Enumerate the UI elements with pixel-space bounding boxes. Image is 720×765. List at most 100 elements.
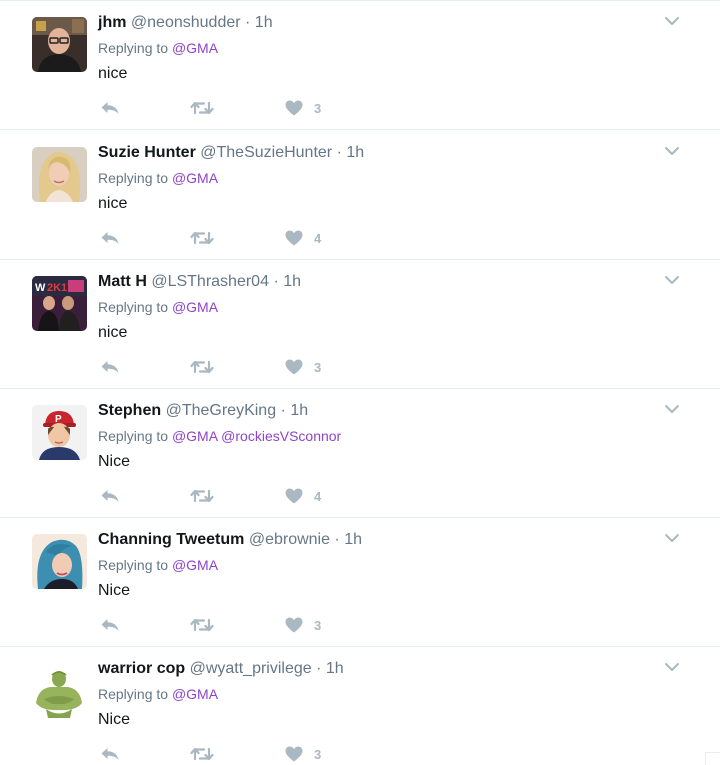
like-count: 4: [314, 230, 322, 246]
retweet-button[interactable]: [190, 227, 214, 249]
like-button[interactable]: 3: [285, 614, 321, 636]
reply-label: Replying to: [98, 299, 169, 315]
tweet[interactable]: Suzie Hunter @TheSuzieHunter · 1h Replyi…: [0, 131, 720, 260]
chevron-down-icon[interactable]: [664, 661, 680, 673]
retweet-icon: [190, 231, 214, 245]
retweet-icon: [190, 747, 214, 761]
avatar[interactable]: [32, 17, 87, 72]
heart-icon: [285, 230, 303, 246]
display-name[interactable]: Matt H: [98, 273, 147, 290]
retweet-icon: [190, 489, 214, 503]
tweet-text: Nice: [98, 711, 131, 728]
mention-link[interactable]: @GMA: [172, 557, 218, 573]
reply-button[interactable]: [100, 485, 120, 507]
mention-link[interactable]: @GMA: [172, 428, 217, 444]
timestamp[interactable]: 1h: [346, 144, 364, 161]
like-button[interactable]: 3: [285, 97, 321, 119]
like-button[interactable]: 4: [285, 227, 321, 249]
retweet-button[interactable]: [190, 485, 214, 507]
user-handle[interactable]: @neonshudder: [131, 14, 241, 31]
reply-icon: [101, 619, 119, 631]
tweet-text: nice: [98, 195, 128, 212]
avatar[interactable]: W 2K17: [32, 276, 87, 331]
like-count: 3: [314, 617, 322, 633]
tweet[interactable]: W 2K17 Matt H @LSThrasher04 · 1h Replyin…: [0, 260, 720, 389]
retweet-icon: [190, 101, 214, 115]
reply-button[interactable]: [100, 614, 120, 636]
user-handle[interactable]: @TheGreyKing: [166, 402, 277, 419]
chevron-down-icon[interactable]: [664, 15, 680, 27]
user-handle[interactable]: @wyatt_privilege: [190, 660, 312, 677]
tweet[interactable]: warrior cop @wyatt_privilege · 1h Replyi…: [0, 647, 720, 765]
reply-button[interactable]: [100, 97, 120, 119]
tweet-text: Nice: [98, 453, 131, 470]
tweet-text: Nice: [98, 582, 131, 599]
reply-icon: [101, 748, 119, 760]
chevron-down-icon[interactable]: [664, 403, 680, 415]
display-name[interactable]: jhm: [98, 14, 126, 31]
reply-context: Replying to @GMA: [98, 39, 218, 57]
like-count: 3: [314, 359, 322, 375]
user-handle[interactable]: @LSThrasher04: [151, 273, 269, 290]
separator-dot: ·: [334, 531, 340, 548]
retweet-icon: [190, 360, 214, 374]
separator-dot: ·: [336, 144, 342, 161]
display-name[interactable]: warrior cop: [98, 660, 185, 677]
separator-dot: ·: [273, 273, 279, 290]
retweet-button[interactable]: [190, 97, 214, 119]
display-name[interactable]: Stephen: [98, 402, 161, 419]
avatar[interactable]: [32, 663, 87, 718]
chevron-down-icon[interactable]: [664, 145, 680, 157]
mention-link[interactable]: @GMA: [172, 170, 218, 186]
reply-button[interactable]: [100, 743, 120, 765]
timestamp[interactable]: 1h: [255, 14, 273, 31]
like-button[interactable]: 3: [285, 743, 321, 765]
like-button[interactable]: 4: [285, 485, 321, 507]
separator-dot: ·: [316, 660, 322, 677]
mention-link[interactable]: @GMA: [172, 686, 218, 702]
reply-context: Replying to @GMA: [98, 685, 218, 703]
timestamp[interactable]: 1h: [290, 402, 308, 419]
reply-icon: [101, 361, 119, 373]
retweet-icon: [190, 618, 214, 632]
avatar[interactable]: [32, 534, 87, 589]
separator-dot: ·: [245, 14, 251, 31]
retweet-button[interactable]: [190, 743, 214, 765]
chevron-down-icon[interactable]: [664, 274, 680, 286]
avatar[interactable]: [32, 147, 87, 202]
mention-link[interactable]: @GMA: [172, 299, 218, 315]
mention-link[interactable]: @GMA: [172, 40, 218, 56]
chevron-down-icon[interactable]: [664, 532, 680, 544]
avatar[interactable]: P: [32, 405, 87, 460]
like-count: 4: [314, 488, 322, 504]
reply-context: Replying to @GMA: [98, 298, 218, 316]
reply-label: Replying to: [98, 428, 169, 444]
reply-context: Replying to @GMA: [98, 169, 218, 187]
tweet[interactable]: jhm @neonshudder · 1h Replying to @GMA n…: [0, 1, 720, 130]
timestamp[interactable]: 1h: [344, 531, 362, 548]
reply-button[interactable]: [100, 227, 120, 249]
display-name[interactable]: Suzie Hunter: [98, 144, 196, 161]
tweet[interactable]: Channing Tweetum @ebrownie · 1h Replying…: [0, 518, 720, 647]
user-handle[interactable]: @ebrownie: [249, 531, 330, 548]
reply-label: Replying to: [98, 557, 169, 573]
like-button[interactable]: 3: [285, 356, 321, 378]
timestamp[interactable]: 1h: [283, 273, 301, 290]
svg-text:W: W: [35, 282, 46, 294]
reply-button[interactable]: [100, 356, 120, 378]
reply-icon: [101, 102, 119, 114]
timestamp[interactable]: 1h: [326, 660, 344, 677]
reply-label: Replying to: [98, 40, 169, 56]
retweet-button[interactable]: [190, 356, 214, 378]
display-name[interactable]: Channing Tweetum: [98, 531, 244, 548]
retweet-button[interactable]: [190, 614, 214, 636]
mention-link[interactable]: @rockiesVSconnor: [221, 428, 341, 444]
tweet[interactable]: P Stephen @TheGreyKing · 1h Replying to …: [0, 389, 720, 518]
user-handle[interactable]: @TheSuzieHunter: [200, 144, 332, 161]
heart-icon: [285, 359, 303, 375]
reply-icon: [101, 490, 119, 502]
like-count: 3: [314, 746, 322, 762]
reply-label: Replying to: [98, 686, 169, 702]
tweet-text: nice: [98, 324, 128, 341]
heart-icon: [285, 488, 303, 504]
